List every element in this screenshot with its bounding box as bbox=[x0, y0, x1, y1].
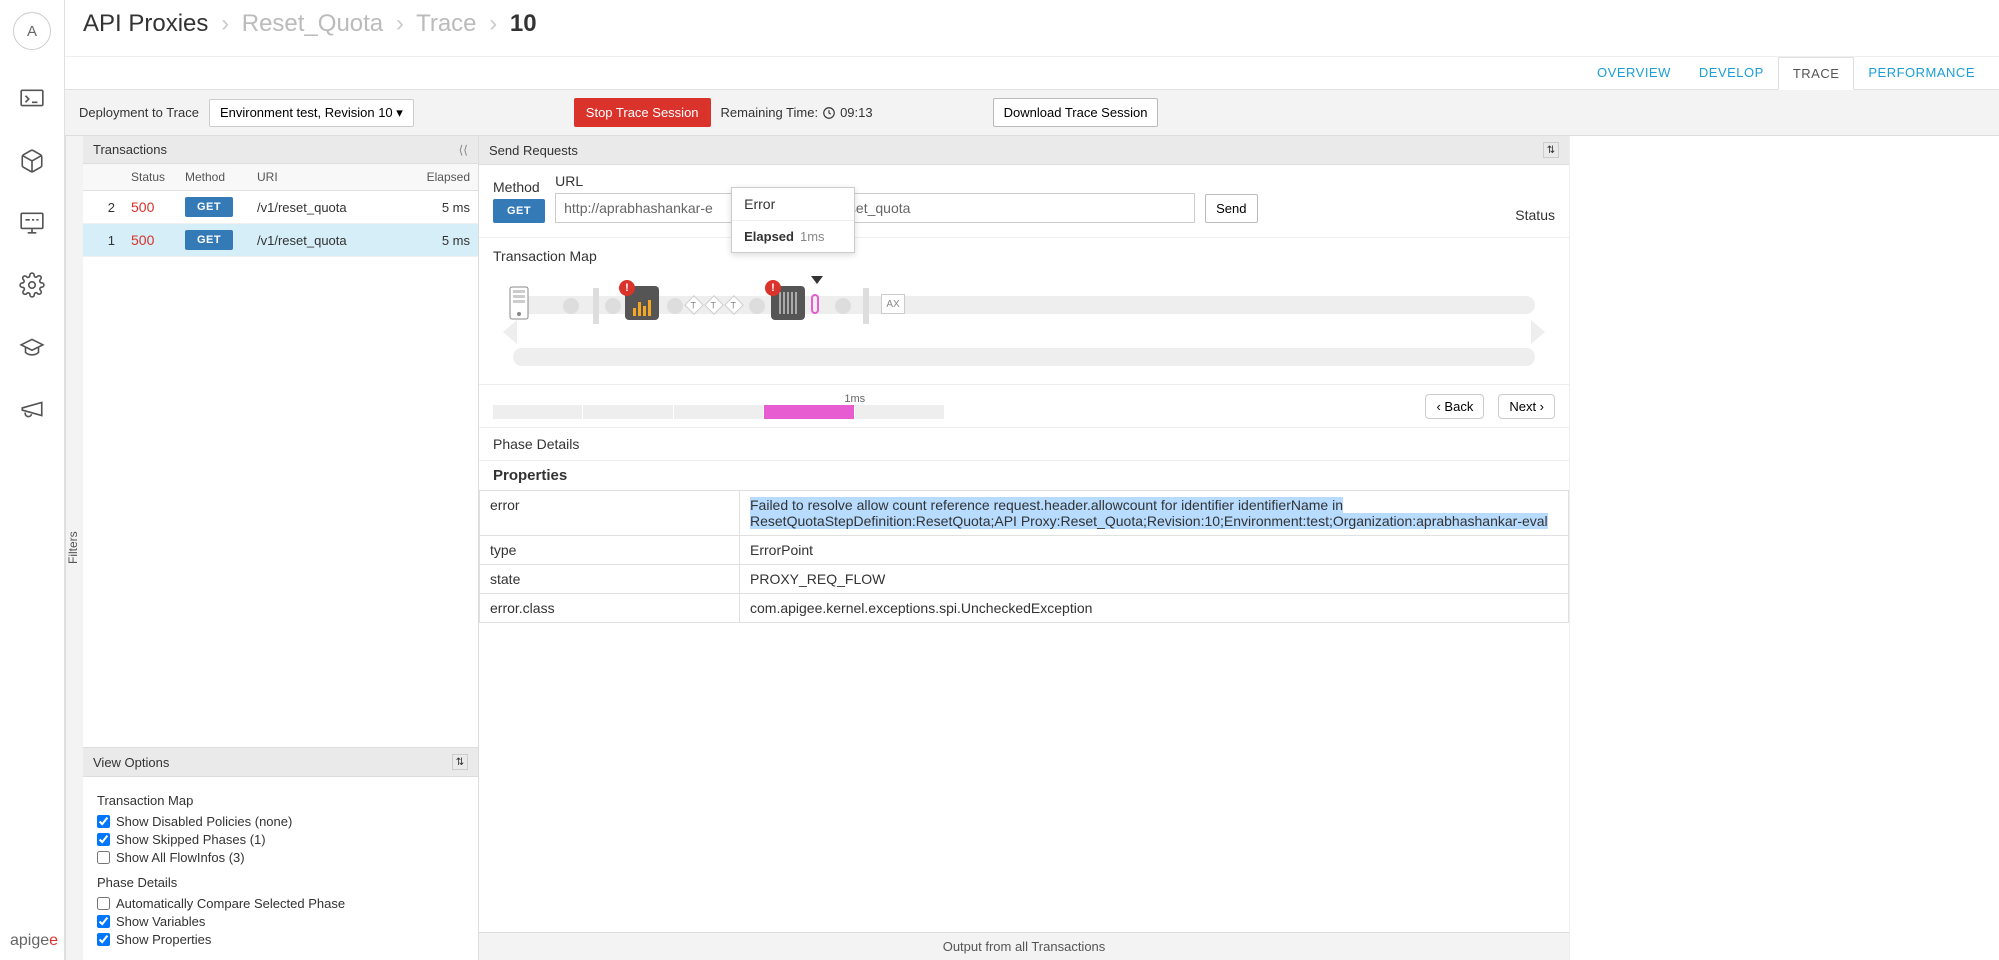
property-row: statePROXY_REQ_FLOW bbox=[480, 565, 1569, 594]
show-variables-checkbox[interactable]: Show Variables bbox=[97, 914, 464, 929]
apigee-logo: apigee bbox=[10, 932, 58, 950]
timeline: 1ms ‹ Back Next › bbox=[479, 385, 1569, 428]
breadcrumb-section[interactable]: Trace bbox=[416, 10, 476, 37]
remaining-time: Remaining Time: 09:13 bbox=[721, 105, 873, 120]
show-skipped-checkbox[interactable]: Show Skipped Phases (1) bbox=[97, 832, 464, 847]
stop-trace-button[interactable]: Stop Trace Session bbox=[574, 98, 711, 127]
trace-toolbar: Deployment to Trace Environment test, Re… bbox=[65, 90, 1999, 136]
page-tabs: OVERVIEW DEVELOP TRACE PERFORMANCE bbox=[65, 57, 1999, 90]
phase-details: Phase Details Properties errorFailed to … bbox=[479, 428, 1569, 932]
back-button[interactable]: ‹ Back bbox=[1425, 394, 1484, 419]
flow-node[interactable] bbox=[605, 298, 621, 314]
analytics-icon[interactable]: AX bbox=[881, 294, 905, 314]
view-options-panel: View Options ⇅ Transaction Map Show Disa… bbox=[83, 747, 478, 960]
show-disabled-checkbox[interactable]: Show Disabled Policies (none) bbox=[97, 814, 464, 829]
timeline-bar[interactable] bbox=[493, 405, 945, 419]
monitor-icon[interactable] bbox=[19, 210, 45, 236]
error-point-icon[interactable] bbox=[811, 294, 819, 314]
status-badge: 500 bbox=[123, 193, 177, 221]
breadcrumb-revision: 10 bbox=[510, 10, 537, 37]
chevron-right-icon: › bbox=[396, 10, 404, 37]
avatar[interactable]: A bbox=[13, 12, 51, 50]
blank-panel bbox=[1569, 136, 1999, 960]
error-tooltip: Error Elapsed1ms bbox=[731, 187, 855, 253]
breadcrumb-root[interactable]: API Proxies bbox=[83, 10, 208, 37]
send-button[interactable]: Send bbox=[1205, 194, 1257, 223]
clock-icon bbox=[822, 106, 836, 120]
show-properties-checkbox[interactable]: Show Properties bbox=[97, 932, 464, 947]
url-label: URL bbox=[555, 173, 1195, 189]
transaction-row[interactable]: 1 500 GET /v1/reset_quota 5 ms bbox=[83, 224, 478, 257]
transaction-row[interactable]: 2 500 GET /v1/reset_quota 5 ms bbox=[83, 191, 478, 224]
flow-node[interactable] bbox=[835, 298, 851, 314]
tooltip-title: Error bbox=[732, 188, 854, 221]
main-content: API Proxies › Reset_Quota › Trace › 10 O… bbox=[65, 0, 1999, 960]
left-panel: Transactions ⟨⟨ Status Method URI Elapse… bbox=[83, 136, 479, 960]
box-icon[interactable] bbox=[19, 148, 45, 174]
tab-develop[interactable]: DEVELOP bbox=[1685, 57, 1778, 89]
toggle-send-icon[interactable]: ⇅ bbox=[1543, 142, 1559, 158]
flow-diagram[interactable]: ! T T T ! AX bbox=[493, 274, 1555, 374]
tab-performance[interactable]: PERFORMANCE bbox=[1854, 57, 1989, 89]
toggle-view-options-icon[interactable]: ⇅ bbox=[452, 754, 468, 770]
selection-pointer-icon bbox=[811, 276, 823, 284]
properties-title: Properties bbox=[479, 461, 1569, 490]
method-label: Method bbox=[493, 179, 545, 195]
deployment-label: Deployment to Trace bbox=[79, 105, 199, 120]
send-requests-header: Send Requests bbox=[489, 143, 578, 158]
next-button[interactable]: Next › bbox=[1498, 394, 1555, 419]
gear-icon[interactable] bbox=[19, 272, 45, 298]
flow-pipe[interactable] bbox=[593, 288, 599, 324]
right-panel: Send Requests ⇅ Method GET URL bbox=[479, 136, 1569, 960]
auto-compare-checkbox[interactable]: Automatically Compare Selected Phase bbox=[97, 896, 464, 911]
show-flowinfos-checkbox[interactable]: Show All FlowInfos (3) bbox=[97, 850, 464, 865]
transactions-header: Transactions ⟨⟨ bbox=[83, 136, 478, 164]
transaction-map: Transaction Map ! bbox=[479, 238, 1569, 385]
col-status[interactable]: Status bbox=[123, 164, 177, 190]
output-bar[interactable]: Output from all Transactions bbox=[479, 932, 1569, 960]
flow-node[interactable] bbox=[749, 298, 765, 314]
send-method[interactable]: GET bbox=[493, 199, 545, 223]
timeline-label: 1ms bbox=[764, 393, 945, 405]
method-pill: GET bbox=[185, 230, 233, 250]
phase-details-header: Phase Details bbox=[479, 428, 1569, 461]
status-label: Status bbox=[1515, 207, 1555, 223]
flow-node[interactable] bbox=[563, 298, 579, 314]
transactions-table: Status Method URI Elapsed 2 500 GET /v1/… bbox=[83, 164, 478, 747]
chevron-right-icon: › bbox=[221, 10, 229, 37]
col-elapsed[interactable]: Elapsed bbox=[418, 164, 478, 190]
col-method[interactable]: Method bbox=[177, 164, 249, 190]
download-trace-button[interactable]: Download Trace Session bbox=[993, 98, 1159, 127]
flow-pipe[interactable] bbox=[863, 288, 869, 324]
filters-tab[interactable]: Filters bbox=[65, 136, 83, 960]
properties-table: errorFailed to resolve allow count refer… bbox=[479, 490, 1569, 623]
property-row: error.classcom.apigee.kernel.exceptions.… bbox=[480, 594, 1569, 623]
chevron-right-icon: › bbox=[489, 10, 497, 37]
property-row: errorFailed to resolve allow count refer… bbox=[480, 491, 1569, 536]
vo-pd-title: Phase Details bbox=[97, 875, 464, 890]
url-input[interactable] bbox=[555, 193, 1195, 223]
send-requests: Method GET URL Error Elapsed1ms bbox=[479, 165, 1569, 238]
megaphone-icon[interactable] bbox=[19, 396, 45, 422]
breadcrumb: API Proxies › Reset_Quota › Trace › 10 bbox=[65, 0, 1999, 57]
error-badge-icon: ! bbox=[619, 280, 635, 296]
tab-trace[interactable]: TRACE bbox=[1778, 57, 1855, 90]
client-icon[interactable] bbox=[509, 286, 529, 320]
transaction-map-title: Transaction Map bbox=[493, 248, 1555, 264]
method-pill: GET bbox=[185, 197, 233, 217]
error-badge-icon: ! bbox=[765, 280, 781, 296]
status-badge: 500 bbox=[123, 226, 177, 254]
col-uri[interactable]: URI bbox=[249, 164, 418, 190]
vo-tm-title: Transaction Map bbox=[97, 793, 464, 808]
property-row: typeErrorPoint bbox=[480, 536, 1569, 565]
terminal-icon[interactable] bbox=[19, 86, 45, 112]
collapse-left-icon[interactable]: ⟨⟨ bbox=[459, 143, 468, 157]
left-nav-sidebar: A bbox=[0, 0, 65, 960]
graduation-icon[interactable] bbox=[19, 334, 45, 360]
environment-select[interactable]: Environment test, Revision 10 ▾ bbox=[209, 99, 414, 127]
tab-overview[interactable]: OVERVIEW bbox=[1583, 57, 1685, 89]
breadcrumb-proxy[interactable]: Reset_Quota bbox=[242, 10, 383, 37]
flow-node[interactable] bbox=[667, 298, 683, 314]
